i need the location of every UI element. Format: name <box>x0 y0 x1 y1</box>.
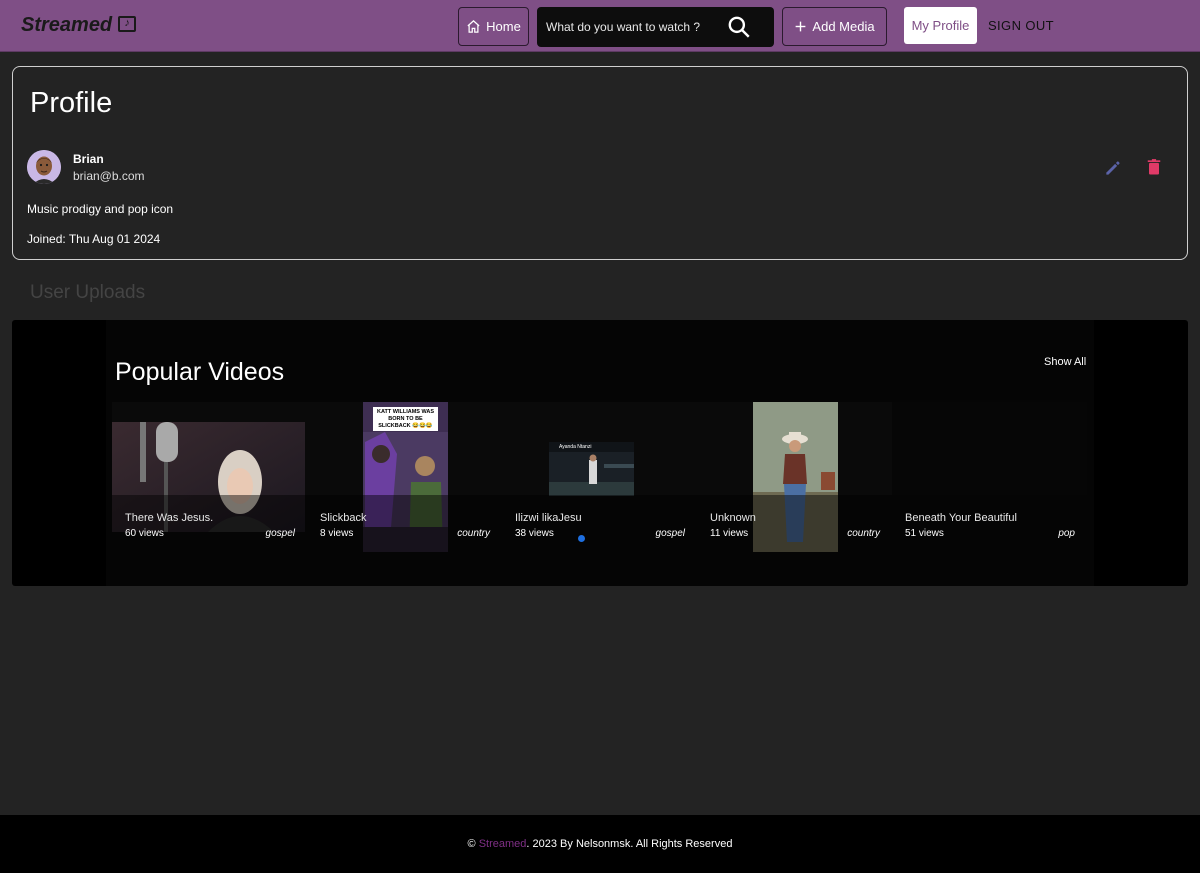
video-views: 51 views <box>905 528 944 539</box>
video-thumbnail: Ayanda Ntanzi <box>549 442 634 496</box>
video-title: There Was Jesus. <box>125 512 214 524</box>
footer: © Streamed. 2023 By Nelsonmsk. All Right… <box>0 815 1200 873</box>
avatar <box>27 150 61 184</box>
video-views: 11 views <box>710 528 749 539</box>
thumbnail-caption: KATT WILLIAMS WAS BORN TO BE SLICKBACK 😂… <box>373 407 438 431</box>
home-icon <box>467 20 480 33</box>
add-media-button[interactable]: Add Media <box>782 7 887 46</box>
profile-card: Profile Brian brian@b.com Music prodigy … <box>12 66 1188 260</box>
video-card[interactable]: Unknown 11 views country <box>697 402 892 552</box>
home-button[interactable]: Home <box>458 7 529 46</box>
show-all-link[interactable]: Show All <box>1044 356 1086 368</box>
video-views: 38 views <box>515 528 554 539</box>
user-bio: Music prodigy and pop icon <box>27 202 174 216</box>
video-genre: country <box>847 528 880 539</box>
video-title: Ilizwi likaJesu <box>515 512 582 524</box>
video-card[interactable]: KATT WILLIAMS WAS BORN TO BE SLICKBACK 😂… <box>307 402 502 552</box>
brand-name: Streamed <box>21 14 113 36</box>
section-heading-popular-videos: Popular Videos <box>115 358 285 386</box>
brand-logo[interactable]: Streamed ♪ <box>21 14 137 37</box>
video-card[interactable]: Beneath Your Beautiful 51 views pop <box>892 402 1087 552</box>
user-name: Brian <box>73 152 104 166</box>
music-note-icon: ♪ <box>118 15 137 32</box>
user-avatar-icon <box>27 150 61 184</box>
join-date: Joined: Thu Aug 01 2024 <box>27 232 161 246</box>
thumbnail-caption: Ayanda Ntanzi <box>559 444 592 450</box>
uploads-panel: Popular Videos Show All There Was Jesus.… <box>12 320 1188 586</box>
my-profile-button[interactable]: My Profile <box>904 7 977 44</box>
plus-icon <box>796 21 806 32</box>
user-email: brian@b.com <box>73 169 145 183</box>
video-title: Beneath Your Beautiful <box>905 512 1017 524</box>
search-icon[interactable] <box>726 14 752 40</box>
video-title: Slickback <box>320 512 367 524</box>
video-views: 60 views <box>125 528 164 539</box>
video-genre: gospel <box>655 528 685 539</box>
top-navbar: Streamed ♪ Home Add Media My Profile SIG… <box>0 0 1200 52</box>
home-label: Home <box>486 19 521 34</box>
trash-icon[interactable] <box>1144 157 1164 177</box>
copyright-symbol: © <box>467 838 476 850</box>
popular-videos-section: Popular Videos Show All There Was Jesus.… <box>106 320 1094 586</box>
video-genre: pop <box>1058 528 1075 539</box>
footer-text: . 2023 By Nelsonmsk. All Rights Reserved <box>526 838 733 850</box>
search-bar <box>537 7 774 47</box>
add-media-label: Add Media <box>812 19 875 34</box>
sign-out-button[interactable]: SIGN OUT <box>985 7 1057 44</box>
carousel-indicator-dot[interactable] <box>578 535 585 542</box>
video-title: Unknown <box>710 512 756 524</box>
video-card[interactable]: There Was Jesus. 60 views gospel <box>112 402 307 552</box>
video-views: 8 views <box>320 528 354 539</box>
video-genre: country <box>457 528 490 539</box>
section-heading-user-uploads: User Uploads <box>30 282 146 303</box>
footer-brand-link[interactable]: Streamed <box>479 838 527 850</box>
pencil-icon[interactable] <box>1103 158 1123 178</box>
video-thumbnail <box>892 402 1087 495</box>
page-title: Profile <box>30 87 113 119</box>
video-card[interactable]: Ayanda Ntanzi Ilizwi likaJesu 38 views g… <box>502 402 697 552</box>
video-genre: gospel <box>265 528 295 539</box>
search-input[interactable] <box>537 7 722 47</box>
